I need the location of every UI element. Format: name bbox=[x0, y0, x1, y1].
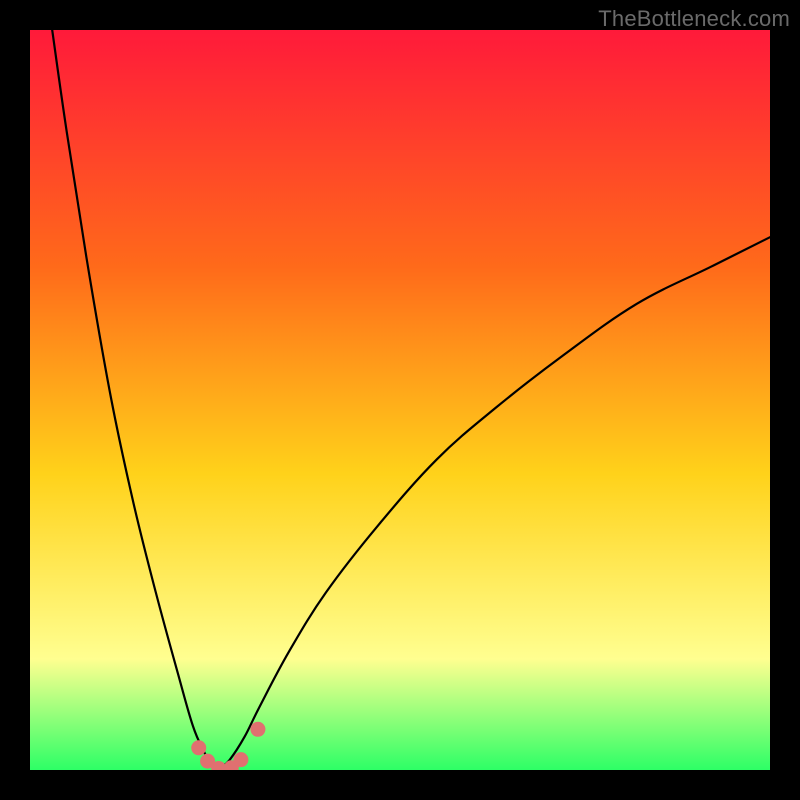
bottleneck-curve-chart bbox=[30, 30, 770, 770]
gradient-background bbox=[30, 30, 770, 770]
plot-area bbox=[30, 30, 770, 770]
curve-marker bbox=[250, 722, 265, 737]
chart-frame: TheBottleneck.com bbox=[0, 0, 800, 800]
attribution-label: TheBottleneck.com bbox=[598, 6, 790, 32]
curve-marker bbox=[191, 740, 206, 755]
curve-marker bbox=[233, 752, 248, 767]
